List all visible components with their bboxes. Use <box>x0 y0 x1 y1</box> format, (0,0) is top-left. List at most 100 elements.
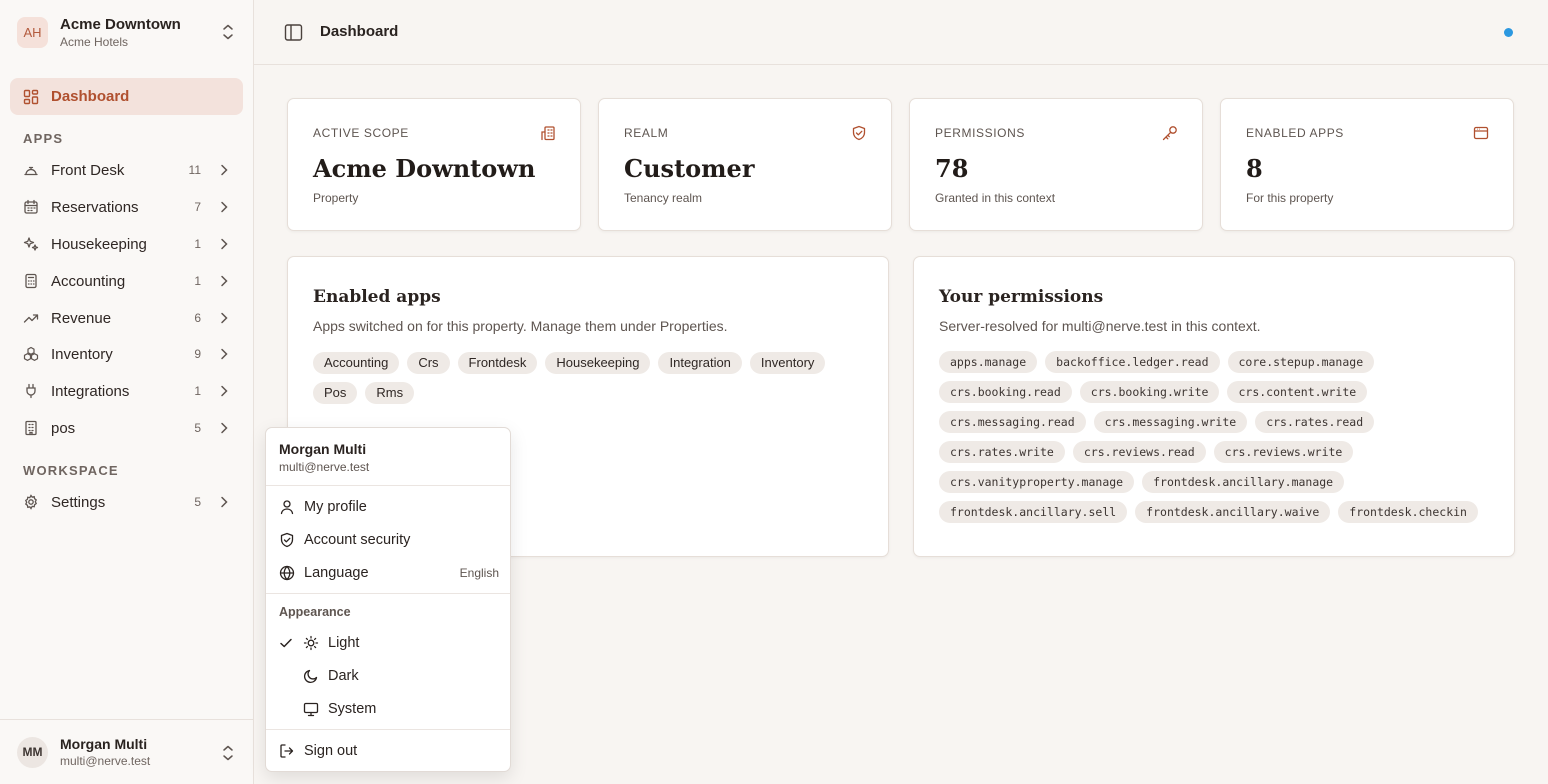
chevron-right-icon <box>221 422 228 434</box>
user-menu-trigger[interactable]: MM Morgan Multi multi@nerve.test <box>0 719 253 784</box>
plug-icon <box>26 383 36 399</box>
menu-item-label: System <box>328 701 377 717</box>
stat-card-realm: REALM Customer Tenancy realm <box>598 98 892 231</box>
sidebar-item-count: 11 <box>188 163 201 177</box>
sidebar-item-label: Housekeeping <box>51 235 147 253</box>
stat-card-active-scope: ACTIVE SCOPE Acme Downtown Property <box>287 98 581 231</box>
page-title: Dashboard <box>320 23 399 40</box>
sidebar-item-accounting[interactable]: Accounting 1 <box>10 263 243 299</box>
permission-chip-list[interactable]: apps.manage backoffice.ledger.read core.… <box>939 351 1499 531</box>
stat-label: PERMISSIONS <box>935 126 1025 140</box>
app-chip-list: Accounting Crs Frontdesk Housekeeping In… <box>313 352 853 404</box>
user-dropdown-menu: Morgan Multi multi@nerve.test My profile… <box>265 427 511 772</box>
sidebar-item-label: Front Desk <box>51 161 125 179</box>
org-avatar: AH <box>17 16 48 48</box>
log-out-icon <box>280 744 294 758</box>
stat-card-permissions: PERMISSIONS 78 Granted in this context <box>909 98 1203 231</box>
stat-value: 8 <box>1246 154 1263 183</box>
chevron-right-icon <box>221 238 228 250</box>
sidebar-item-dashboard[interactable]: Dashboard <box>10 78 243 115</box>
chevrons-up-down-icon <box>223 24 233 40</box>
chevron-right-icon <box>221 275 228 287</box>
chevron-right-icon <box>221 201 228 213</box>
sidebar-item-label: pos <box>51 419 76 437</box>
sidebar-item-integrations[interactable]: Integrations 1 <box>10 373 243 409</box>
menu-item-dark-theme[interactable]: Dark <box>279 662 499 690</box>
stat-value: Acme Downtown <box>313 154 536 183</box>
app-chip: Crs <box>407 352 450 374</box>
permission-chip: crs.reviews.write <box>1213 441 1354 463</box>
sidebar-item-inventory[interactable]: Inventory 9 <box>10 336 243 372</box>
menu-item-system-theme[interactable]: System <box>279 695 499 723</box>
app-window-icon <box>1473 126 1489 140</box>
menu-item-light-theme[interactable]: Light <box>279 629 499 657</box>
permission-chip: crs.vanityproperty.manage <box>939 471 1135 493</box>
menu-item-label: My profile <box>304 499 367 515</box>
sidebar-item-label: Reservations <box>51 198 139 216</box>
stat-value: Customer <box>624 154 755 183</box>
permission-chip: core.stepup.manage <box>1227 351 1375 373</box>
key-icon <box>1162 126 1177 141</box>
menu-item-label: Language <box>304 565 369 581</box>
panel-description: Server-resolved for multi@nerve.test in … <box>939 318 1261 334</box>
chevron-right-icon <box>221 385 228 397</box>
sidebar-item-reservations[interactable]: Reservations 7 <box>10 189 243 225</box>
sidebar-item-housekeeping[interactable]: Housekeeping 1 <box>10 226 243 262</box>
permission-chip: crs.booking.write <box>1079 381 1220 403</box>
sidebar-item-count: 1 <box>194 384 201 398</box>
permission-chip: frontdesk.checkin <box>1338 501 1478 523</box>
sparkles-icon <box>23 237 39 251</box>
sidebar-toggle-icon[interactable] <box>284 23 303 42</box>
divider <box>266 729 510 730</box>
user-icon <box>280 500 294 515</box>
shield-check-icon <box>280 532 294 548</box>
sidebar-item-label: Accounting <box>51 272 126 290</box>
stat-card-enabled-apps: ENABLED APPS 8 For this property <box>1220 98 1514 231</box>
chevron-right-icon <box>221 164 228 176</box>
app-chip: Pos <box>313 382 358 404</box>
permission-chip: crs.booking.read <box>939 381 1072 403</box>
permission-chip: crs.messaging.read <box>939 411 1086 433</box>
stat-subtitle: Tenancy realm <box>624 191 703 205</box>
permission-chip: crs.rates.write <box>939 441 1065 463</box>
status-indicator <box>1504 28 1513 37</box>
panel-title: Your permissions <box>939 287 1104 307</box>
sidebar-item-settings[interactable]: Settings 5 <box>10 484 243 520</box>
avatar: MM <box>17 736 48 768</box>
language-value: English <box>459 566 499 580</box>
sidebar-item-revenue[interactable]: Revenue 6 <box>10 300 243 336</box>
menu-item-my-profile[interactable]: My profile <box>279 493 499 521</box>
org-name: Acme Downtown <box>60 15 181 33</box>
stat-label: REALM <box>624 126 669 140</box>
app-chip: Housekeeping <box>545 352 651 374</box>
sidebar-item-label: Settings <box>51 493 106 511</box>
menu-item-label: Light <box>328 635 360 651</box>
app-chip: Frontdesk <box>457 352 538 374</box>
app-chip: Accounting <box>313 352 400 374</box>
workspace-section-label: WORKSPACE <box>23 463 119 478</box>
sidebar-item-pos[interactable]: pos 5 <box>10 410 243 446</box>
app-chip: Integration <box>658 352 742 374</box>
menu-item-language[interactable]: Language English <box>279 559 499 587</box>
menu-user-name: Morgan Multi <box>279 441 367 457</box>
sidebar-item-label: Revenue <box>51 309 112 327</box>
org-switcher[interactable]: AH Acme Downtown Acme Hotels <box>0 0 253 64</box>
permission-chip: crs.messaging.write <box>1093 411 1248 433</box>
stat-label: ACTIVE SCOPE <box>313 126 409 140</box>
permission-chip: backoffice.ledger.read <box>1045 351 1220 373</box>
menu-item-label: Sign out <box>304 743 358 759</box>
menu-item-label: Account security <box>304 532 411 548</box>
sidebar-item-count: 1 <box>194 237 201 251</box>
calendar-icon <box>24 199 38 214</box>
sidebar-item-front-desk[interactable]: Front Desk 11 <box>10 152 243 188</box>
menu-item-sign-out[interactable]: Sign out <box>279 737 499 765</box>
menu-item-label: Dark <box>328 668 359 684</box>
user-name: Morgan Multi <box>60 736 148 752</box>
sidebar: AH Acme Downtown Acme Hotels Dashboard A… <box>0 0 254 784</box>
sidebar-item-count: 5 <box>194 495 201 509</box>
chevron-right-icon <box>221 312 228 324</box>
shield-check-icon <box>852 125 866 141</box>
sidebar-item-count: 6 <box>194 311 201 325</box>
menu-item-account-security[interactable]: Account security <box>279 526 499 554</box>
boxes-icon <box>23 346 39 361</box>
